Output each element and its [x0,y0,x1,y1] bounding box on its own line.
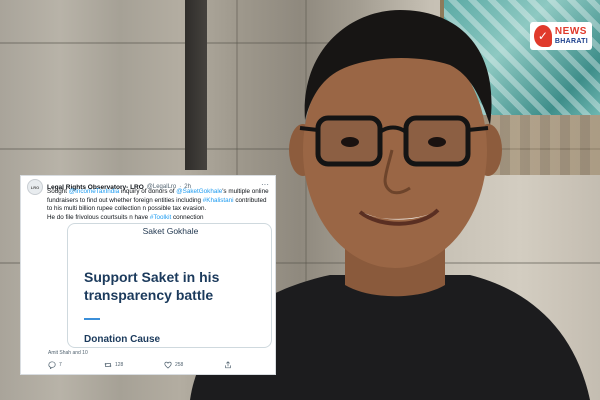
like-button[interactable]: 258 [164,361,183,369]
tweet-text-part: He do file frivolous courtsuits n have [47,213,150,221]
tweet-screenshot: LRO Legal Rights Observatory- LRO @Legal… [20,175,276,375]
like-count: 258 [175,362,184,368]
logo-text: NEWS BHARATI [554,26,588,46]
logo-bottom-text: BHARATI [554,38,588,45]
reply-button[interactable]: 7 [48,361,62,369]
retweet-icon [104,362,112,368]
logo-top-text: NEWS [554,26,587,37]
tweet-text-part: Sought [47,188,69,195]
retweet-count: 128 [115,362,124,368]
mention-link[interactable]: @SaketGokhale [176,188,222,195]
tweet-text-part: connection [171,213,204,221]
reply-count: 7 [59,362,62,368]
logo-mark-icon: ✓ [534,25,552,47]
card-headline: Support Saket in his transparency battle [84,269,220,303]
mention-link[interactable]: @IncomeTaxIndia [69,188,120,195]
share-button[interactable] [224,361,235,369]
tweet-actions: 7 128 258 [48,361,268,371]
link-preview-card[interactable]: Saket Gokhale Support Saket in his trans… [67,223,272,348]
hashtag-link[interactable]: #Toolkit [150,214,171,221]
hashtag-link[interactable]: #Khalistani [203,197,234,204]
news-bharati-logo: ✓ NEWS BHARATI [530,22,592,50]
liked-by-text[interactable]: Amit Shah and 10 [48,350,88,356]
avatar[interactable]: LRO [27,179,43,195]
share-icon [225,361,231,369]
card-accent-bar [84,318,100,320]
card-cause-label: Donation Cause [84,334,161,345]
reply-icon [48,361,56,369]
tweet-body: Sought @IncomeTaxIndia inquiry of donors… [47,188,273,222]
heart-icon [164,361,172,369]
tweet-text-part: inquiry of donors of [119,188,177,195]
card-header: Saket Gokhale [142,226,199,236]
retweet-button[interactable]: 128 [104,361,123,369]
